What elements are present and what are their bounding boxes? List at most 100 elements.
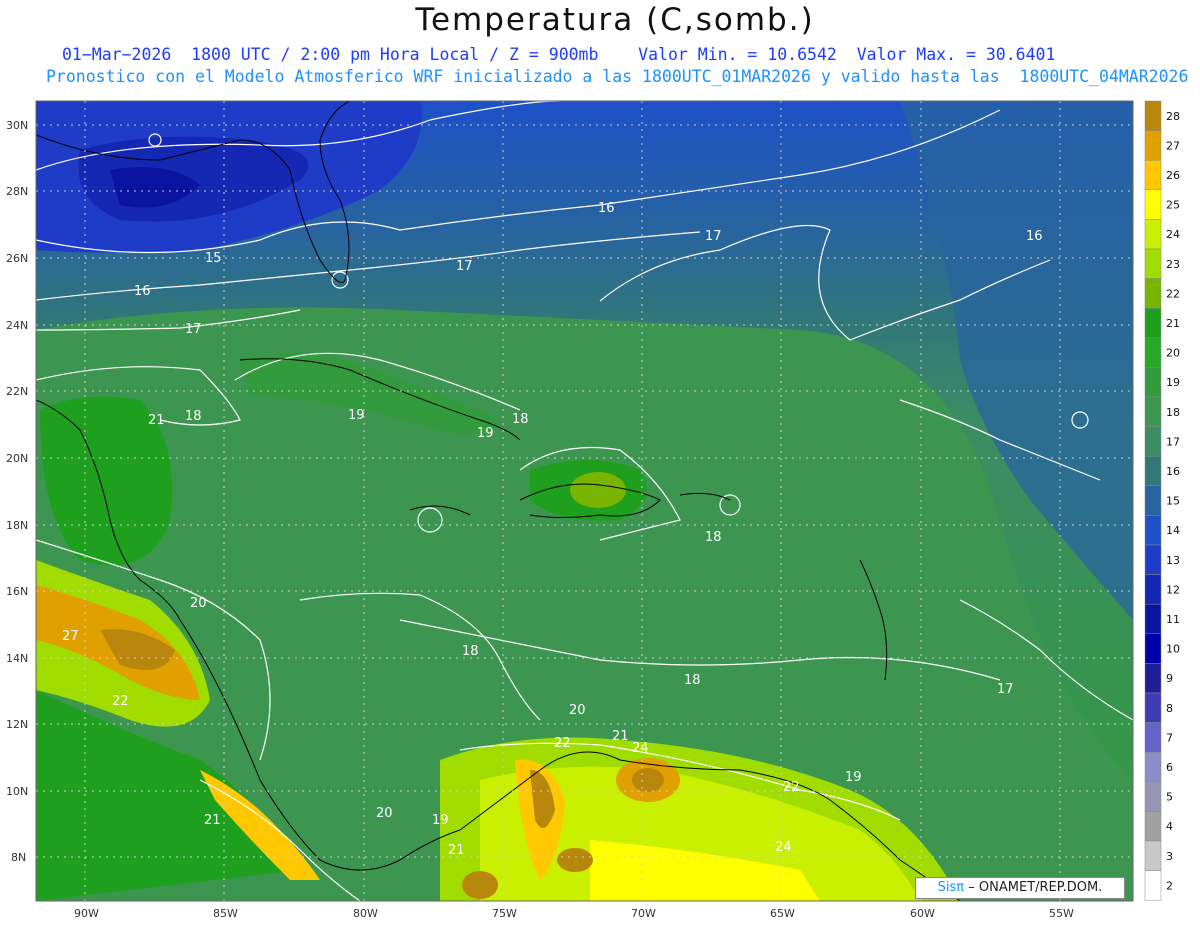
colorbar-swatch — [1144, 100, 1162, 131]
contour-label: 20 — [190, 596, 207, 611]
colorbar: 2827262524232221201918171615141312111098… — [1144, 100, 1180, 901]
colorbar-swatch — [1144, 337, 1162, 368]
lat-label: 8N — [11, 851, 26, 864]
colorbar-label: 11 — [1166, 613, 1180, 626]
colorbar-swatch — [1144, 189, 1162, 220]
contour-label: 21 — [148, 413, 165, 428]
colorbar-swatch — [1144, 751, 1162, 783]
colorbar-swatch — [1144, 367, 1162, 398]
colorbar-swatch — [1144, 781, 1162, 812]
colorbar-swatch — [1144, 455, 1162, 487]
colorbar-label: 25 — [1166, 199, 1180, 212]
contour-label: 21 — [204, 813, 221, 828]
colorbar-swatch — [1144, 574, 1162, 605]
contour-label: 16 — [598, 201, 615, 216]
colorbar-label: 22 — [1166, 287, 1180, 300]
sispi-logo: Sisπ — [937, 880, 965, 895]
colorbar-swatch — [1144, 870, 1162, 901]
colorbar-swatch — [1144, 811, 1162, 842]
colorbar-label: 17 — [1166, 435, 1180, 448]
colorbar-swatch — [1144, 692, 1162, 723]
lon-label: 70W — [631, 907, 656, 920]
lat-label: 10N — [6, 785, 28, 798]
contour-label: 21 — [448, 843, 465, 858]
lat-label: 18N — [6, 519, 28, 532]
colorbar-label: 23 — [1166, 258, 1180, 271]
credit-text: – ONAMET/REP.DOM. — [968, 880, 1103, 895]
contour-label: 18 — [705, 530, 722, 545]
lat-label: 16N — [6, 585, 28, 598]
contour-label: 18 — [684, 673, 701, 688]
contour-label: 15 — [205, 251, 222, 266]
temperature-map: 16 17 15 16 17 17 16 21 18 19 18 19 18 2… — [6, 100, 1180, 920]
contour-label: 17 — [997, 682, 1014, 697]
lon-label: 75W — [492, 907, 517, 920]
lon-label: 60W — [910, 907, 935, 920]
contour-label: 20 — [569, 703, 586, 718]
longitude-labels: 90W 85W 80W 75W 70W 65W 60W 55W — [74, 907, 1074, 920]
colorbar-label: 3 — [1166, 850, 1173, 863]
contour-label: 20 — [376, 806, 393, 821]
lon-label: 55W — [1049, 907, 1074, 920]
credit-box: Sisπ – ONAMET/REP.DOM. — [915, 877, 1125, 899]
colorbar-swatch — [1144, 485, 1162, 516]
lat-label: 30N — [6, 119, 28, 132]
contour-label: 19 — [477, 426, 494, 441]
colorbar-label: 7 — [1166, 731, 1173, 744]
colorbar-swatch — [1144, 219, 1162, 250]
contour-label: 22 — [112, 694, 129, 709]
colorbar-label: 16 — [1166, 465, 1180, 478]
colorbar-label: 8 — [1166, 702, 1173, 715]
colorbar-swatch — [1144, 159, 1162, 191]
latitude-labels: 30N 28N 26N 24N 22N 20N 18N 16N 14N 12N … — [6, 119, 28, 864]
colorbar-label: 27 — [1166, 139, 1180, 152]
colorbar-label: 13 — [1166, 554, 1180, 567]
map-field: 16 17 15 16 17 17 16 21 18 19 18 19 18 2… — [36, 101, 1133, 901]
colorbar-label: 2 — [1166, 879, 1173, 892]
colorbar-swatch — [1144, 248, 1162, 279]
lat-label: 12N — [6, 718, 28, 731]
lat-label: 24N — [6, 319, 28, 332]
contour-label: 19 — [348, 408, 365, 423]
contour-label: 24 — [632, 741, 649, 756]
lat-label: 26N — [6, 252, 28, 265]
colorbar-swatch — [1144, 426, 1162, 457]
lon-label: 65W — [770, 907, 795, 920]
contour-label: 19 — [845, 770, 862, 785]
colorbar-label: 14 — [1166, 524, 1180, 537]
contour-label: 18 — [462, 644, 479, 659]
contour-label: 17 — [185, 322, 202, 337]
colorbar-label: 26 — [1166, 169, 1180, 182]
contour-label: 18 — [512, 412, 529, 427]
colorbar-swatch — [1144, 840, 1162, 871]
contour-label: 17 — [705, 229, 722, 244]
lat-label: 28N — [6, 185, 28, 198]
contour-label: 22 — [783, 780, 800, 795]
colorbar-label: 18 — [1166, 406, 1180, 419]
colorbar-swatch — [1144, 307, 1162, 339]
colorbar-label: 10 — [1166, 643, 1180, 656]
colorbar-swatch — [1144, 396, 1162, 427]
colorbar-swatch — [1144, 663, 1162, 694]
colorbar-label: 12 — [1166, 583, 1180, 596]
colorbar-label: 6 — [1166, 761, 1173, 774]
lon-label: 80W — [353, 907, 378, 920]
colorbar-label: 21 — [1166, 317, 1180, 330]
colorbar-swatch — [1144, 544, 1162, 575]
contour-label: 22 — [554, 736, 571, 751]
colorbar-label: 5 — [1166, 791, 1173, 804]
contour-label: 21 — [612, 729, 629, 744]
lat-label: 14N — [6, 652, 28, 665]
contour-label: 24 — [775, 840, 792, 855]
colorbar-label: 4 — [1166, 820, 1173, 833]
colorbar-label: 28 — [1166, 110, 1180, 123]
contour-label: 27 — [62, 629, 79, 644]
contour-label: 16 — [1026, 229, 1043, 244]
colorbar-swatch — [1144, 515, 1162, 546]
colorbar-label: 19 — [1166, 376, 1180, 389]
colorbar-label: 15 — [1166, 495, 1180, 508]
contour-label: 18 — [185, 409, 202, 424]
lat-label: 20N — [6, 452, 28, 465]
contour-label: 19 — [432, 813, 449, 828]
colorbar-swatch — [1144, 278, 1162, 309]
